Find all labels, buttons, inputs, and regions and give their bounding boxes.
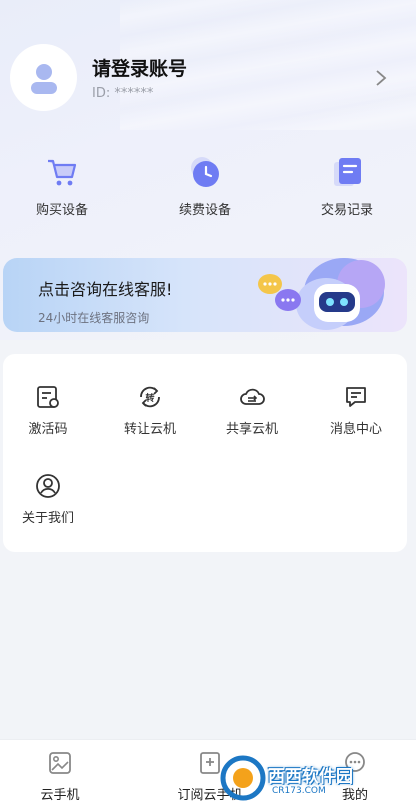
transfer-cloud-button[interactable]: 转 转让云机 <box>100 384 200 437</box>
login-prompt[interactable]: 请登录账号 <box>92 54 187 81</box>
watermark-text: 西西软件园 <box>268 767 353 787</box>
share-cloud-button[interactable]: 共享云机 <box>202 384 302 437</box>
services-menu-card: 激活码 转 转让云机 共享云机 消息中心 关于我们 <box>3 354 407 552</box>
cloud-share-icon <box>240 388 265 405</box>
transaction-records-button[interactable]: 交易记录 <box>292 155 402 218</box>
activation-code-label: 激活码 <box>28 422 68 437</box>
image-icon <box>49 752 71 774</box>
user-circle-icon <box>36 474 60 498</box>
quick-actions: 购买设备 续费设备 交易记录 <box>0 155 416 225</box>
robot-mascot-icon <box>258 258 385 330</box>
message-center-button[interactable]: 消息中心 <box>306 384 406 437</box>
transaction-records-label: 交易记录 <box>320 203 373 218</box>
buy-device-button[interactable]: 购买设备 <box>7 155 117 218</box>
watermark-logo-icon <box>220 755 266 801</box>
about-us-label: 关于我们 <box>21 511 74 526</box>
renew-device-button[interactable]: 续费设备 <box>150 155 260 218</box>
about-us-button[interactable]: 关于我们 <box>0 473 98 526</box>
activation-code-icon <box>37 386 59 408</box>
renew-device-label: 续费设备 <box>178 203 231 218</box>
tab-cloud-phone-label: 云手机 <box>40 788 80 803</box>
svg-text:转: 转 <box>145 392 154 404</box>
profile-section[interactable]: 请登录账号 ID: ****** <box>10 44 406 114</box>
message-center-label: 消息中心 <box>329 422 382 437</box>
cart-icon <box>48 159 77 186</box>
clock-icon <box>191 157 219 187</box>
avatar[interactable] <box>10 44 77 111</box>
user-avatar-icon <box>30 63 57 94</box>
banner-title: 点击咨询在线客服! <box>38 280 173 299</box>
message-icon <box>346 387 366 407</box>
watermark: 西西软件园 CR173.COM <box>220 752 406 804</box>
share-cloud-label: 共享云机 <box>225 422 278 437</box>
chevron-right-icon[interactable] <box>374 68 388 88</box>
buy-device-label: 购买设备 <box>35 203 88 218</box>
transfer-cloud-label: 转让云机 <box>123 422 176 437</box>
watermark-subtext: CR173.COM <box>272 786 326 796</box>
transfer-icon: 转 <box>140 386 160 408</box>
activation-code-button[interactable]: 激活码 <box>0 384 98 437</box>
document-icon <box>334 158 361 186</box>
tab-cloud-phone[interactable]: 云手机 <box>0 750 120 803</box>
user-id: ID: ****** <box>92 86 154 101</box>
banner-subtitle: 24小时在线客服咨询 <box>38 311 150 325</box>
